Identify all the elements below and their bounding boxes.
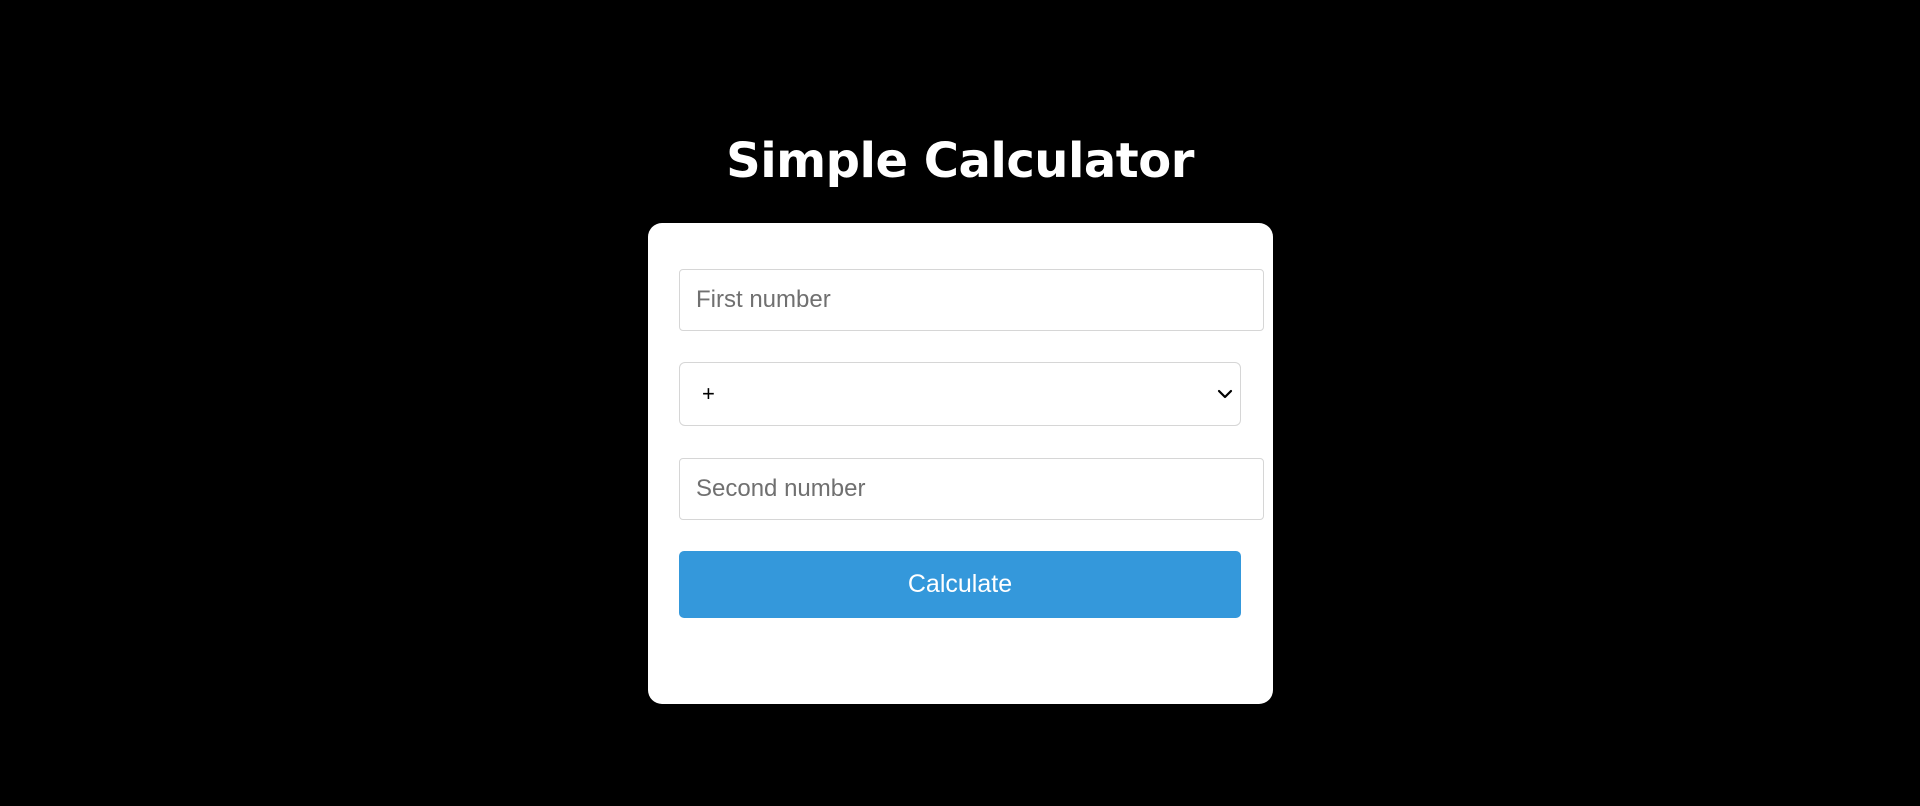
calculator-card: + Calculate bbox=[648, 223, 1273, 704]
first-number-input[interactable] bbox=[679, 269, 1264, 331]
page: Simple Calculator + Calculate bbox=[0, 0, 1920, 806]
operator-select[interactable]: + bbox=[679, 362, 1241, 426]
operator-selected-value: + bbox=[702, 381, 715, 406]
chevron-down-icon bbox=[1217, 389, 1233, 399]
second-number-input[interactable] bbox=[679, 458, 1264, 520]
page-title: Simple Calculator bbox=[726, 133, 1194, 189]
calculate-button[interactable]: Calculate bbox=[679, 551, 1241, 618]
